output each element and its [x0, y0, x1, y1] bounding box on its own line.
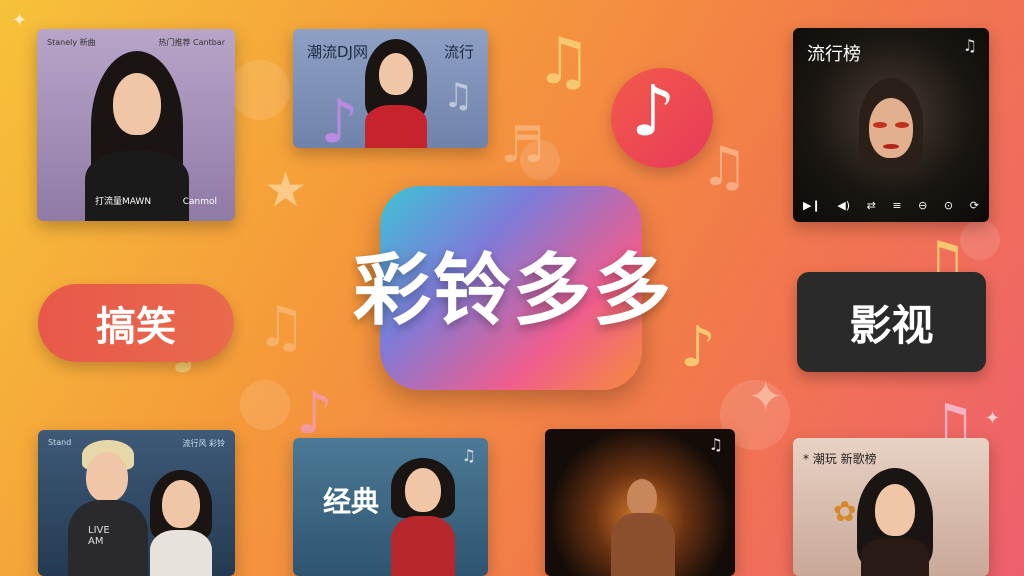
ringtone-card-bot-mid[interactable]: 经典 ♫ [293, 438, 488, 576]
category-funny-button[interactable]: 搞笑 [38, 284, 234, 362]
shuffle-icon[interactable]: ⇄ [867, 199, 876, 212]
artwork-figure [611, 479, 675, 576]
card-header-left: Stanely 新曲 [47, 38, 96, 47]
repeat-icon[interactable]: ⟳ [970, 199, 979, 212]
music-note-icon: ♫ [700, 135, 749, 198]
ringtone-card-top-left[interactable]: Stanely 新曲 热门推荐 Cantbar 打流量MAWN Canmol [37, 29, 235, 221]
star-icon: ✦ [748, 372, 784, 421]
music-note-icon: ♪ [631, 70, 676, 152]
ringtone-card-top-right[interactable]: 流行榜 ♫ ▶❙ ◀) ⇄ ≡ ⊖ ⊙ ⟳ [793, 28, 989, 222]
bokeh-dot [240, 380, 290, 430]
category-film-button[interactable]: 影视 [797, 272, 986, 372]
star-icon: ✦ [985, 408, 1001, 429]
player-controls: ▶❙ ◀) ⇄ ≡ ⊖ ⊙ ⟳ [803, 199, 979, 212]
card-header-right: 流行风 彩铃 [182, 439, 225, 448]
singer-portrait [389, 458, 457, 576]
shirt-text: LIVE AM [88, 525, 110, 547]
flower-icon: ✿ [833, 495, 857, 528]
card-title-left: 潮流DJ网 [307, 43, 368, 61]
music-note-icon: ♫ [962, 36, 977, 55]
music-badge: ♪ [611, 68, 713, 168]
music-note-icon: ♫ [708, 435, 723, 454]
card-title-right: 流行 [443, 43, 474, 61]
prev-icon[interactable]: ⊖ [918, 199, 927, 212]
music-note-icon: ♫ [256, 295, 307, 360]
music-note-icon: ♫ [535, 25, 593, 99]
card-title: 流行榜 [807, 44, 861, 65]
ringtone-card-bot-center[interactable]: ♫ [545, 429, 735, 576]
ringtone-card-bot-left[interactable]: Stand 流行风 彩铃 LIVE AM [38, 430, 235, 576]
singer-portrait [68, 440, 148, 576]
singer-portrait [361, 39, 431, 148]
app-title: 彩铃多多 [352, 246, 673, 336]
star-icon: ✦ [12, 10, 28, 31]
music-note-icon: ♫ [443, 76, 474, 116]
artwork-face [859, 78, 923, 188]
card-footer-left: 打流量MAWN [95, 197, 152, 207]
singer-portrait [855, 468, 935, 576]
bokeh-dot [230, 60, 290, 120]
star-icon: ★ [264, 162, 308, 218]
next-icon[interactable]: ⊙ [944, 199, 953, 212]
singer-portrait [146, 470, 216, 576]
music-note-icon: ♪ [296, 379, 334, 447]
menu-icon[interactable]: ≡ [892, 199, 901, 212]
card-title: 经典 [323, 485, 380, 518]
ringtone-card-bot-right[interactable]: * 潮玩 新歌榜 ✿ [793, 438, 989, 576]
card-header-right: 热门推荐 Cantbar [158, 38, 225, 47]
play-icon[interactable]: ▶❙ [803, 199, 821, 212]
volume-icon[interactable]: ◀) [837, 199, 850, 212]
music-note-icon: ♬ [500, 116, 545, 174]
card-footer-right: Canmol [182, 197, 217, 207]
music-note-icon: ♪ [320, 87, 359, 157]
card-title: * 潮玩 新歌榜 [803, 452, 877, 466]
music-note-icon: ♫ [461, 446, 476, 465]
